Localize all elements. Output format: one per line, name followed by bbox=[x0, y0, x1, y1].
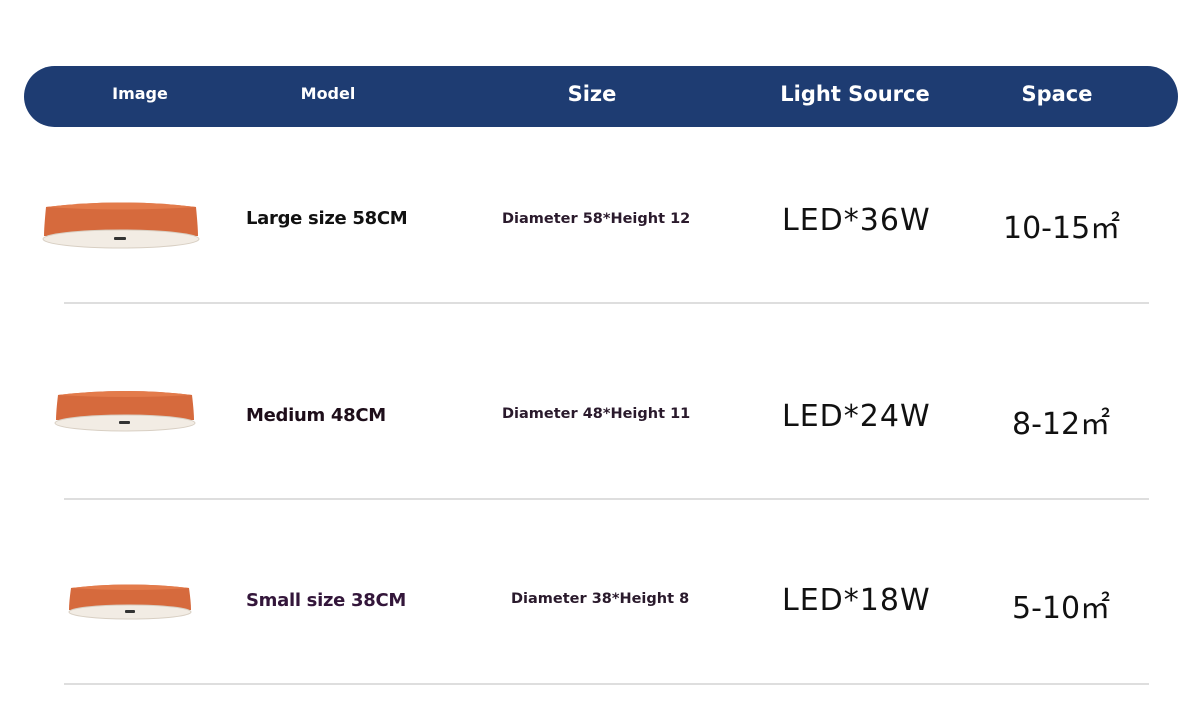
lamp-image-small bbox=[68, 584, 192, 620]
row-divider bbox=[64, 302, 1149, 304]
model-label: Small size 38CM bbox=[246, 590, 406, 611]
space-label: 8-12㎡ bbox=[1012, 407, 1111, 442]
lamp-image-medium bbox=[54, 391, 196, 432]
row-divider bbox=[64, 498, 1149, 500]
lamp-image-large bbox=[42, 202, 200, 249]
light-source-label: LED*36W bbox=[782, 203, 931, 238]
size-label: Diameter 48*Height 11 bbox=[502, 406, 691, 422]
space-label: 5-10㎡ bbox=[1012, 591, 1111, 626]
header-image: Image bbox=[112, 84, 168, 103]
header-light-source: Light Source bbox=[780, 82, 930, 106]
header-size: Size bbox=[567, 82, 617, 106]
model-label: Large size 58CM bbox=[246, 208, 408, 229]
header-space: Space bbox=[1021, 82, 1093, 106]
row-divider bbox=[64, 683, 1149, 685]
model-label: Medium 48CM bbox=[246, 405, 386, 426]
light-source-label: LED*24W bbox=[782, 399, 931, 434]
space-label: 10-15㎡ bbox=[1003, 211, 1121, 246]
light-source-label: LED*18W bbox=[782, 583, 931, 618]
size-label: Diameter 58*Height 12 bbox=[502, 211, 691, 227]
size-label: Diameter 38*Height 8 bbox=[511, 591, 690, 607]
header-model: Model bbox=[300, 84, 356, 103]
table-header: Image Model Size Light Source Space bbox=[24, 66, 1178, 127]
